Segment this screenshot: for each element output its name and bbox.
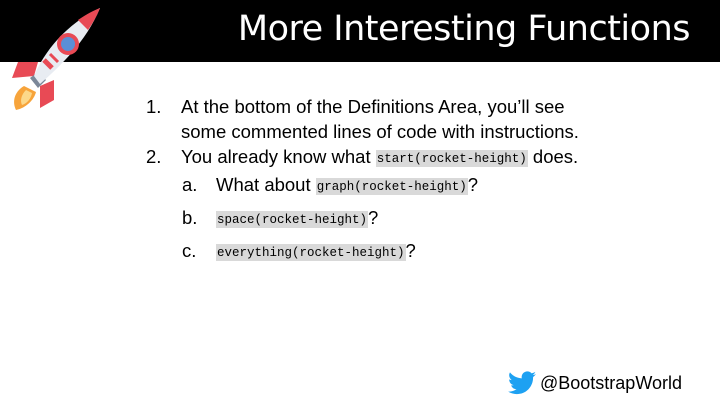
code-snippet: space(rocket-height) xyxy=(216,211,369,228)
code-snippet: start(rocket-height) xyxy=(375,150,528,167)
list-number: 2. xyxy=(146,146,162,167)
sub-letter: c. xyxy=(182,240,197,261)
sub-item-text: ? xyxy=(368,207,379,228)
sub-item-text: ? xyxy=(405,240,416,261)
twitter-bird-icon xyxy=(508,371,536,395)
sub-item-a: a. What about graph(rocket-height)? xyxy=(146,172,706,200)
footer: @BootstrapWorld xyxy=(508,371,682,395)
sub-letter: b. xyxy=(182,207,198,228)
slide-content: 1. At the bottom of the Definitions Area… xyxy=(146,94,706,266)
list-item-1: 1. At the bottom of the Definitions Area… xyxy=(146,94,706,119)
twitter-handle[interactable]: @BootstrapWorld xyxy=(540,371,682,395)
list-item-2: 2. You already know what start(rocket-he… xyxy=(146,144,706,172)
list-item-text: At the bottom of the Definitions Area, y… xyxy=(181,96,565,117)
code-snippet: graph(rocket-height) xyxy=(315,178,468,195)
sub-item-b: b. space(rocket-height)? xyxy=(146,205,706,233)
sub-item-text: ? xyxy=(467,174,479,195)
sub-letter: a. xyxy=(182,174,198,195)
list-item-1-continued: some commented lines of code with instru… xyxy=(146,119,706,144)
list-item-text: does. xyxy=(527,146,579,167)
list-number: 1. xyxy=(146,96,162,117)
list-item-text: You already know what xyxy=(181,146,376,167)
list-item-text: some commented lines of code with instru… xyxy=(181,121,579,142)
sub-item-c: c. everything(rocket-height)? xyxy=(146,238,706,266)
sub-item-text: What about xyxy=(216,174,316,195)
code-snippet: everything(rocket-height) xyxy=(216,244,406,261)
title-bar: More Interesting Functions xyxy=(0,0,720,62)
rocket-icon xyxy=(12,8,100,110)
slide-title: More Interesting Functions xyxy=(237,9,691,49)
